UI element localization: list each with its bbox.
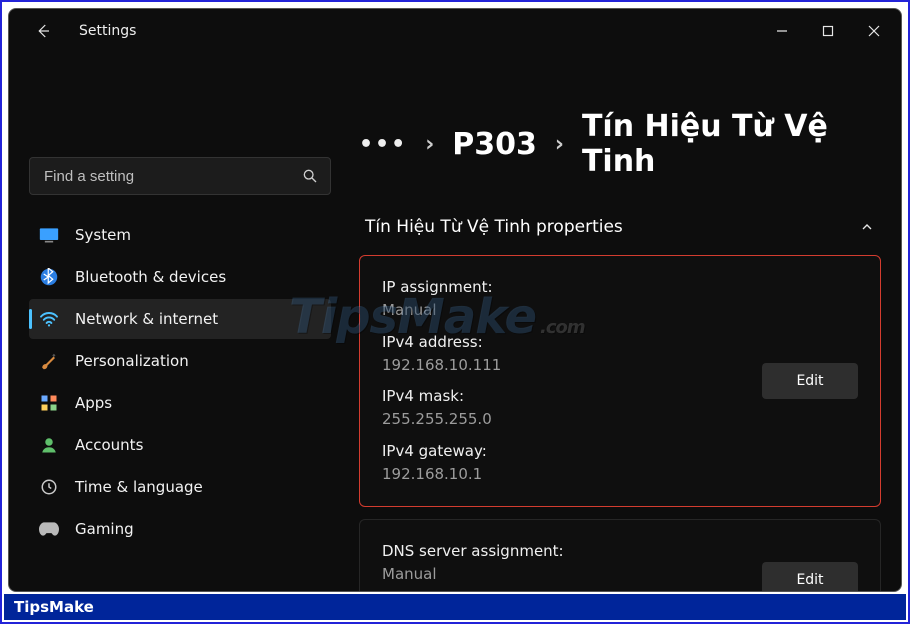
sidebar-item-bluetooth[interactable]: Bluetooth & devices	[29, 257, 331, 297]
bluetooth-icon	[39, 267, 59, 287]
apps-icon	[39, 393, 59, 413]
ipv4-address-label: IPv4 address:	[382, 331, 858, 354]
footer-brand: TipsMake	[4, 594, 906, 620]
settings-window: Settings	[8, 8, 902, 592]
sidebar-item-system[interactable]: System	[29, 215, 331, 255]
chevron-right-icon: ›	[555, 132, 564, 157]
minimize-button[interactable]	[759, 9, 805, 53]
chevron-up-icon	[859, 219, 875, 235]
properties-title: Tín Hiệu Từ Vệ Tinh properties	[365, 217, 623, 237]
maximize-button[interactable]	[805, 9, 851, 53]
nav: System Bluetooth & devices Network & int…	[29, 215, 331, 549]
edit-ip-button[interactable]: Edit	[762, 363, 858, 399]
ipv4-mask-value: 255.255.255.0	[382, 408, 858, 431]
brush-icon	[39, 351, 59, 371]
titlebar: Settings	[9, 9, 901, 53]
sidebar-item-label: System	[75, 226, 131, 244]
sidebar-item-label: Apps	[75, 394, 112, 412]
sidebar-item-gaming[interactable]: Gaming	[29, 509, 331, 549]
sidebar-item-network[interactable]: Network & internet	[29, 299, 331, 339]
sidebar-item-label: Bluetooth & devices	[75, 268, 226, 286]
content: ••• › P303 › Tín Hiệu Từ Vệ Tinh Tín Hiệ…	[341, 53, 901, 591]
wifi-icon	[39, 309, 59, 329]
ipv4-gateway-value: 192.168.10.1	[382, 463, 858, 486]
dns-settings-card: DNS server assignment: Manual IPv4 DNS s…	[359, 519, 881, 591]
system-icon	[39, 225, 59, 245]
search-icon	[300, 166, 320, 186]
ip-assignment-label: IP assignment:	[382, 276, 858, 299]
breadcrumb-current: Tín Hiệu Từ Vệ Tinh	[582, 109, 881, 179]
properties-header[interactable]: Tín Hiệu Từ Vệ Tinh properties	[359, 209, 881, 255]
search-box[interactable]	[29, 157, 331, 195]
gaming-icon	[39, 519, 59, 539]
close-button[interactable]	[851, 9, 897, 53]
sidebar-item-accounts[interactable]: Accounts	[29, 425, 331, 465]
sidebar-item-label: Personalization	[75, 352, 189, 370]
breadcrumb: ••• › P303 › Tín Hiệu Từ Vệ Tinh	[359, 53, 881, 209]
sidebar-item-apps[interactable]: Apps	[29, 383, 331, 423]
ip-settings-card: IP assignment: Manual IPv4 address: 192.…	[359, 255, 881, 507]
sidebar-item-label: Accounts	[75, 436, 143, 454]
ipv4-gateway-label: IPv4 gateway:	[382, 440, 858, 463]
chevron-right-icon: ›	[425, 132, 434, 157]
person-icon	[39, 435, 59, 455]
ip-assignment-value: Manual	[382, 299, 858, 322]
back-button[interactable]	[21, 9, 65, 53]
dns-assignment-label: DNS server assignment:	[382, 540, 858, 563]
breadcrumb-parent[interactable]: P303	[452, 127, 537, 162]
sidebar-item-label: Gaming	[75, 520, 134, 538]
sidebar: System Bluetooth & devices Network & int…	[9, 53, 341, 591]
search-input[interactable]	[44, 168, 300, 185]
sidebar-item-label: Time & language	[75, 478, 203, 496]
sidebar-item-personalization[interactable]: Personalization	[29, 341, 331, 381]
edit-dns-button[interactable]: Edit	[762, 562, 858, 591]
clock-icon	[39, 477, 59, 497]
breadcrumb-overflow[interactable]: •••	[359, 132, 407, 157]
app-title: Settings	[79, 23, 136, 39]
sidebar-item-label: Network & internet	[75, 310, 218, 328]
sidebar-item-time-language[interactable]: Time & language	[29, 467, 331, 507]
